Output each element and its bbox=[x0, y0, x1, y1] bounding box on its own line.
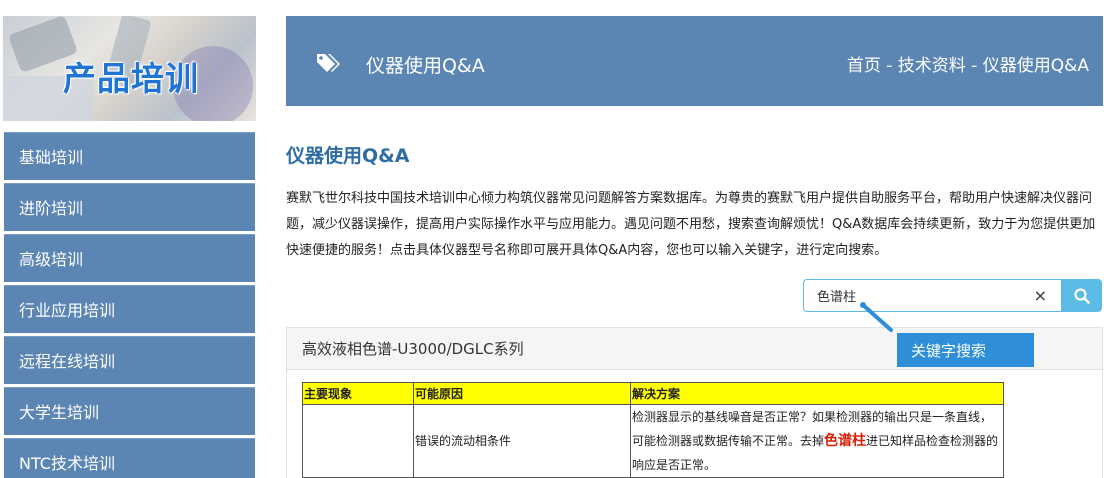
breadcrumb[interactable]: 首页 - 技术资料 - 仪器使用Q&A bbox=[847, 51, 1089, 76]
table-header-row: 主要现象 可能原因 解决方案 bbox=[302, 382, 1004, 405]
close-icon[interactable]: × bbox=[1034, 286, 1047, 305]
product-training-banner: 产品培训 bbox=[3, 16, 256, 121]
sidebar-item-industry[interactable]: 行业应用培训 bbox=[4, 285, 255, 333]
cause-cell: 错误的流动相条件 bbox=[413, 404, 631, 478]
sidebar-item-ntc[interactable]: NTC技术培训 bbox=[4, 438, 255, 478]
search-button[interactable] bbox=[1062, 279, 1102, 312]
page-title: 仪器使用Q&A bbox=[286, 145, 410, 167]
search-icon bbox=[1074, 288, 1090, 304]
qa-table: 主要现象 可能原因 解决方案 错误的流动相条件 检测器显示的基线噪音是否正常？如… bbox=[302, 382, 1004, 478]
banner-title: 产品培训 bbox=[63, 59, 199, 98]
tooltip-pointer-icon bbox=[860, 302, 893, 332]
sidebar-item-basic[interactable]: 基础培训 bbox=[4, 132, 255, 180]
sidebar-item-remote[interactable]: 远程在线培训 bbox=[4, 336, 255, 384]
tags-icon bbox=[316, 53, 340, 73]
search-box: × bbox=[803, 279, 1062, 312]
header-title: 仪器使用Q&A bbox=[366, 55, 485, 77]
symptom-cell bbox=[302, 404, 414, 478]
search-input[interactable] bbox=[804, 280, 1024, 311]
column-header-cause: 可能原因 bbox=[413, 382, 631, 405]
keyword-search-tooltip: 关键字搜索 bbox=[897, 333, 1034, 367]
table-row: 错误的流动相条件 检测器显示的基线噪音是否正常？如果检测器的输出只是一条直线，可… bbox=[302, 404, 1004, 478]
sidebar-item-senior[interactable]: 高级培训 bbox=[4, 234, 255, 282]
page-header: 仪器使用Q&A 首页 - 技术资料 - 仪器使用Q&A bbox=[286, 16, 1103, 106]
column-header-symptom: 主要现象 bbox=[302, 382, 414, 405]
solution-cell: 检测器显示的基线噪音是否正常？如果检测器的输出只是一条直线，可能检测器或数据传输… bbox=[630, 404, 1004, 478]
keyword-highlight: 色谱柱 bbox=[824, 433, 867, 449]
sidebar-nav: 基础培训 进阶培训 高级培训 行业应用培训 远程在线培训 大学生培训 NTC技术… bbox=[4, 132, 255, 478]
sidebar-item-advanced[interactable]: 进阶培训 bbox=[4, 183, 255, 231]
sidebar-item-university[interactable]: 大学生培训 bbox=[4, 387, 255, 435]
column-header-solution: 解决方案 bbox=[630, 382, 1004, 405]
intro-paragraph: 赛默飞世尔科技中国技术培训中心倾力构筑仪器常见问题解答方案数据库。为尊贵的赛默飞… bbox=[286, 191, 1096, 258]
